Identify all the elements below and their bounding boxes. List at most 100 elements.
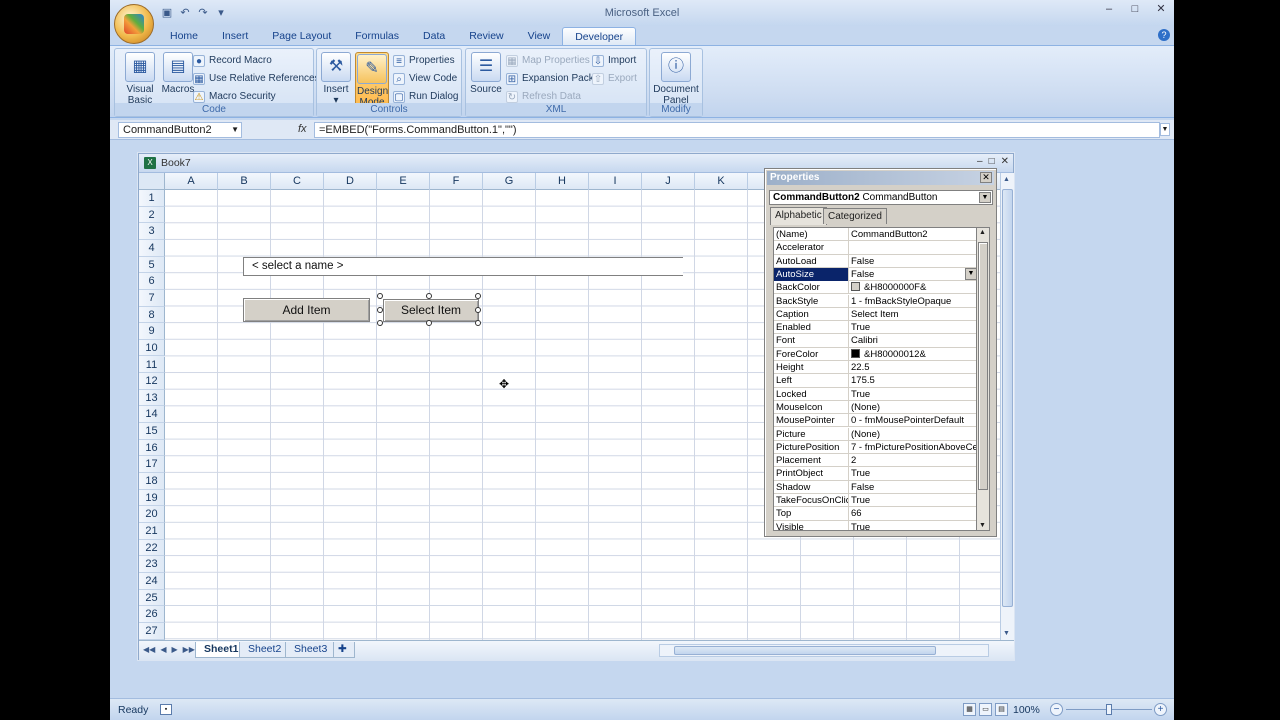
tab-categorized[interactable]: Categorized xyxy=(823,208,887,224)
expansion-packs-button[interactable]: ⊞ Expansion Packs xyxy=(506,71,599,87)
workbook-minimize-button[interactable]: – xyxy=(977,156,983,167)
row-header[interactable]: 23 xyxy=(139,556,165,573)
row-header[interactable]: 20 xyxy=(139,506,165,523)
scroll-up-icon[interactable]: ▲ xyxy=(1003,176,1010,183)
property-row[interactable]: PicturePosition 7 - fmPicturePositionAbov… xyxy=(774,440,976,455)
document-panel-button[interactable]: ⓘ Document Panel xyxy=(652,52,700,106)
zoom-slider[interactable]: − + xyxy=(1050,703,1170,717)
column-header[interactable]: K xyxy=(695,173,748,190)
tab-review[interactable]: Review xyxy=(457,27,515,46)
property-row[interactable]: Font Calibri xyxy=(774,334,976,348)
row-header[interactable]: 1 xyxy=(139,190,165,207)
insert-function-icon[interactable]: fx xyxy=(298,123,307,135)
selection-handle[interactable] xyxy=(377,320,383,326)
column-header[interactable]: A xyxy=(165,173,218,190)
selection-handle[interactable] xyxy=(426,320,432,326)
property-row[interactable]: Shadow False xyxy=(774,480,976,494)
zoom-out-icon[interactable]: − xyxy=(1050,703,1063,716)
properties-button[interactable]: ≡ Properties xyxy=(393,53,455,69)
page-layout-view-icon[interactable]: ▭ xyxy=(979,703,992,716)
chevron-down-icon[interactable]: ▼ xyxy=(965,267,976,280)
property-row[interactable]: Accelerator xyxy=(774,241,976,255)
insert-control-button[interactable]: ⚒ Insert ▾ xyxy=(319,52,353,106)
tab-data[interactable]: Data xyxy=(411,27,457,46)
row-header[interactable]: 22 xyxy=(139,539,165,557)
record-macro-button[interactable]: ● Record Macro xyxy=(193,53,272,69)
column-header[interactable]: H xyxy=(536,173,589,190)
row-header[interactable]: 18 xyxy=(139,473,165,490)
macro-record-icon[interactable]: ▪ xyxy=(160,704,172,715)
row-header[interactable]: 3 xyxy=(139,223,165,240)
office-button[interactable] xyxy=(114,4,154,44)
selection-handle[interactable] xyxy=(475,320,481,326)
insert-sheet-icon[interactable]: ✚ xyxy=(333,642,355,658)
property-value[interactable]: 22.5 xyxy=(850,361,976,374)
name-box[interactable]: CommandButton2 ▼ xyxy=(118,122,242,138)
property-value[interactable]: &H8000000F& xyxy=(850,281,976,294)
property-value[interactable]: 7 - fmPicturePositionAboveCent xyxy=(850,441,976,454)
column-header[interactable]: B xyxy=(218,173,271,190)
name-combobox[interactable]: < select a name > xyxy=(243,257,683,276)
property-value[interactable]: True xyxy=(850,494,976,507)
property-row[interactable]: Top 66 xyxy=(774,507,976,521)
property-row[interactable]: Left 175.5 xyxy=(774,374,976,388)
row-header[interactable]: 27 xyxy=(139,622,165,640)
property-value[interactable] xyxy=(850,241,976,254)
zoom-level[interactable]: 100% xyxy=(1013,704,1040,716)
property-value[interactable]: True xyxy=(850,388,976,401)
vertical-scroll-thumb[interactable] xyxy=(1002,189,1013,607)
property-scroll-thumb[interactable] xyxy=(978,242,988,490)
property-value[interactable]: 66 xyxy=(850,507,976,520)
workbook-restore-button[interactable]: □ xyxy=(989,156,995,167)
sheet-tab-sheet2[interactable]: Sheet2 xyxy=(239,642,291,658)
property-row[interactable]: Visible True xyxy=(774,520,976,530)
property-value[interactable]: False xyxy=(850,268,976,281)
workbook-close-button[interactable]: ✕ xyxy=(1001,156,1009,167)
add-item-button[interactable]: Add Item xyxy=(243,298,370,322)
property-value[interactable]: True xyxy=(850,521,976,530)
property-value[interactable]: (None) xyxy=(850,428,976,441)
row-header[interactable]: 17 xyxy=(139,456,165,474)
tab-view[interactable]: View xyxy=(516,27,563,46)
property-row[interactable]: Placement 2 xyxy=(774,454,976,468)
row-header[interactable]: 21 xyxy=(139,523,165,540)
property-row[interactable]: (Name) CommandButton2 xyxy=(774,228,976,242)
selection-handle[interactable] xyxy=(475,306,481,313)
last-sheet-icon[interactable]: ▶▶ xyxy=(183,645,195,654)
object-selector[interactable]: CommandButton2 CommandButton ▼ xyxy=(769,190,993,205)
import-button[interactable]: ⇩ Import xyxy=(592,53,636,69)
property-row[interactable]: ForeColor &H80000012& xyxy=(774,347,976,361)
row-header[interactable]: 8 xyxy=(139,306,165,324)
property-row[interactable]: MousePointer 0 - fmMousePointerDefault xyxy=(774,414,976,428)
property-value[interactable]: False xyxy=(850,481,976,494)
zoom-slider-knob[interactable] xyxy=(1106,704,1112,715)
tab-developer[interactable]: Developer xyxy=(562,27,637,46)
property-row[interactable]: Enabled True xyxy=(774,321,976,335)
row-header[interactable]: 10 xyxy=(139,339,165,357)
property-row[interactable]: Caption Select Item xyxy=(774,307,976,322)
maximize-button[interactable]: □ xyxy=(1122,0,1148,18)
first-sheet-icon[interactable]: ◀◀ xyxy=(143,645,155,654)
row-header[interactable]: 13 xyxy=(139,389,165,407)
scroll-up-icon[interactable]: ▲ xyxy=(979,229,986,236)
horizontal-scroll-thumb[interactable] xyxy=(674,646,936,655)
row-header[interactable]: 5 xyxy=(139,256,165,274)
row-header[interactable]: 19 xyxy=(139,489,165,507)
property-value[interactable]: 0 - fmMousePointerDefault xyxy=(850,414,976,427)
property-row[interactable]: BackStyle 1 - fmBackStyleOpaque xyxy=(774,294,976,308)
property-row[interactable]: Picture (None) xyxy=(774,427,976,441)
selection-handle[interactable] xyxy=(377,293,383,299)
view-code-button[interactable]: ⌕ View Code xyxy=(393,71,457,87)
scroll-down-icon[interactable]: ▼ xyxy=(979,522,986,529)
column-header[interactable]: E xyxy=(377,173,430,190)
row-header[interactable]: 7 xyxy=(139,289,165,307)
property-value[interactable]: 1 - fmBackStyleOpaque xyxy=(850,295,976,308)
column-header[interactable]: F xyxy=(430,173,483,190)
expand-formula-bar-button[interactable]: ▼ xyxy=(1160,123,1170,136)
row-header[interactable]: 25 xyxy=(139,589,165,607)
property-row[interactable]: AutoLoad False xyxy=(774,254,976,268)
row-header[interactable]: 9 xyxy=(139,323,165,340)
prev-sheet-icon[interactable]: ◀ xyxy=(160,645,166,654)
close-icon[interactable]: ✕ xyxy=(980,172,992,183)
select-all-corner[interactable] xyxy=(139,173,165,190)
